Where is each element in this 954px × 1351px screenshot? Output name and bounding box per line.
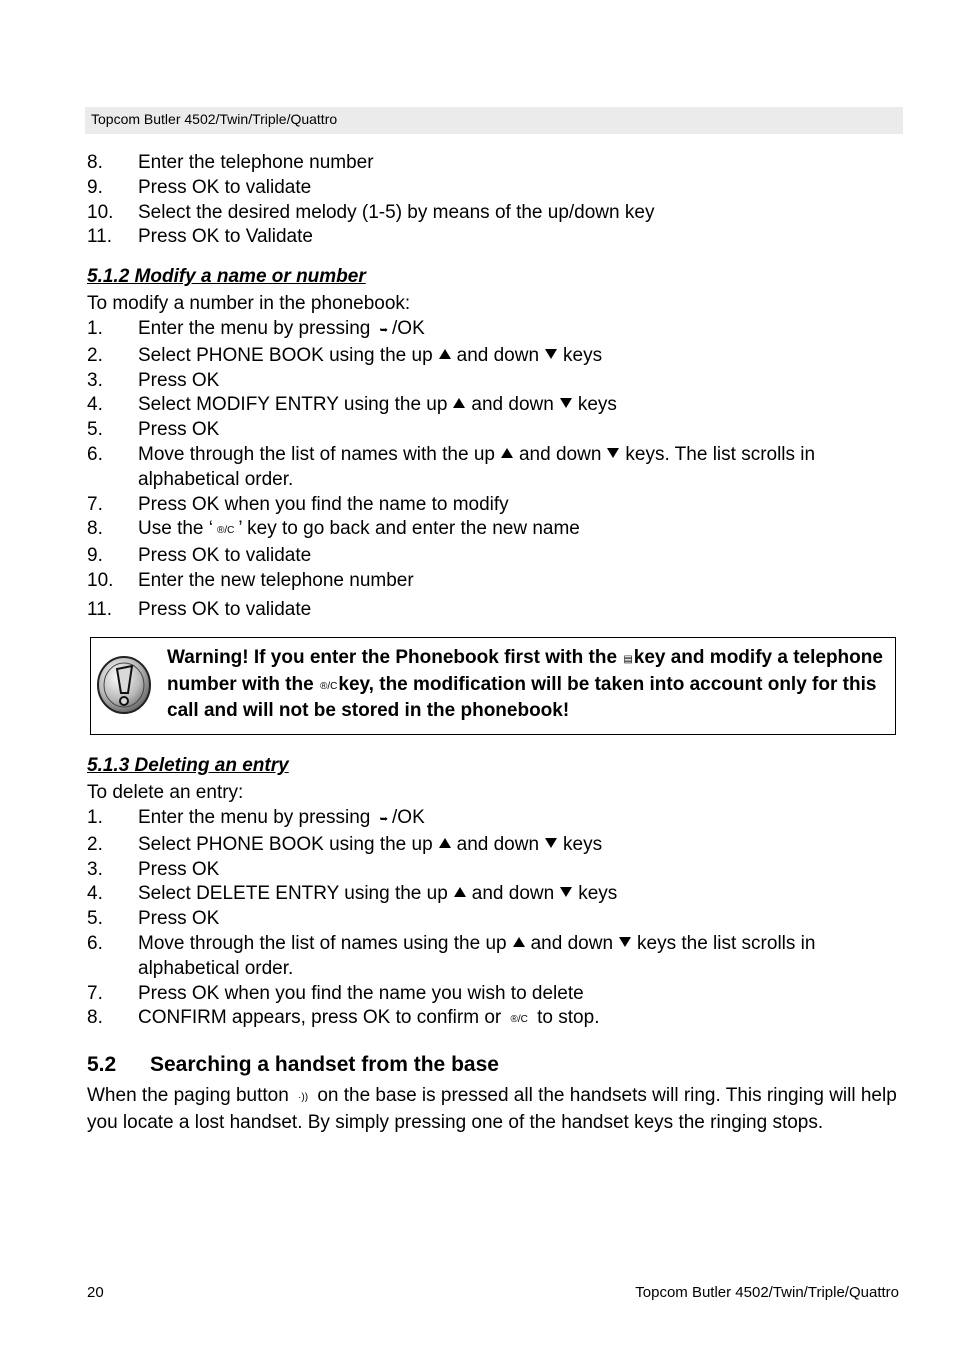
up-arrow-icon [453,887,466,898]
list-item: 8. CONFIRM appears, press OK to confirm o… [87,1006,907,1033]
menu-key-icon: ➥ [379,814,389,825]
page-number: 20 [87,1284,104,1301]
list-item: 3. Press OK [87,858,220,880]
delete-intro: To delete an entry: [87,782,244,803]
list-item: 1. Enter the menu by pressing ➥/OK [87,317,907,344]
down-arrow-icon [559,398,572,409]
footer-title: Topcom Butler 4502/Twin/Triple/Quattro [635,1284,899,1301]
list-item: 7. Press OK when you find the name you wi… [87,982,584,1004]
exclamation-warning-icon [97,656,151,714]
list-item: 3. Press OK [87,369,220,391]
modify-intro: To modify a number in the phonebook: [87,293,411,314]
paging-paragraph: When the paging button ·)) on the base i… [87,1085,897,1133]
list-item: 4. Select DELETE ENTRY using the up and do… [87,883,618,905]
list-item: 5. Press OK [87,908,220,930]
list-item: 9. Press OK to validate [87,176,312,198]
list-item: 2. Select PHONE BOOK using the up and down… [87,833,603,855]
top-steps-list: 8. Enter the telephone number 9. Press OK … [87,151,907,250]
section-heading-delete: 5.1.3 Deleting an entry [87,755,289,776]
menu-key-icon: ➥ [379,325,389,336]
down-arrow-icon [545,348,558,359]
list-item: 7. Press OK when you find the name to mod… [87,493,509,515]
phonebook-key-icon: ▤ [623,654,633,665]
section-heading-searching-handset: 5.2 Searching a handset from the base [87,1053,499,1076]
warning-box: Warning! If you enter the Phonebook firs… [90,637,896,735]
list-item: 1. Enter the menu by pressing ➥/OK [87,806,907,833]
down-arrow-icon [545,837,558,848]
list-item: 9. Press OK to validate [87,545,312,567]
header-title: Topcom Butler 4502/Twin/Triple/Quattro [91,111,338,127]
clear-key-icon: ®/C [510,1014,528,1026]
up-arrow-icon [453,398,466,409]
list-item: 10. Select the desired melody (1-5) by me… [87,201,655,223]
clear-key-icon: ®/C [216,525,235,537]
up-arrow-icon [500,447,513,458]
running-header: Topcom Butler 4502/Twin/Triple/Quattro [85,107,903,134]
list-item: 11. Press OK to validate [87,598,312,620]
down-arrow-icon [607,447,620,458]
paging-key-icon: ·)) [298,1092,309,1103]
section-heading-modify: 5.1.2 Modify a name or number [87,266,366,287]
list-item: 10. Enter the new telephone number [87,569,414,591]
modify-steps-list: 1. Enter the menu by pressing ➥/OK 2. Sele… [87,317,907,623]
delete-steps-list: 1. Enter the menu by pressing ➥/OK 2. Sele… [87,806,907,1033]
list-item: 6. Move through the list of names with th… [87,443,816,490]
list-item: 8. Enter the telephone number [87,152,374,173]
list-item: 8. Use the ‘®/C’ key to go back and enter… [87,517,907,544]
list-item: 4. Select MODIFY ENTRY using the up and do… [87,394,617,416]
down-arrow-icon [619,936,632,947]
down-arrow-icon [560,887,573,898]
list-item: 6. Move through the list of names using t… [87,932,816,979]
list-item: 5. Press OK [87,419,220,441]
list-item: 2. Select PHONE BOOK using the up and down… [87,344,603,366]
up-arrow-icon [438,837,451,848]
clear-key-icon: ®/C [320,680,338,692]
warning-text: Warning! If you enter the Phonebook firs… [167,647,883,721]
up-arrow-icon [438,348,451,359]
up-arrow-icon [512,936,525,947]
list-item: 11. Press OK to Validate [87,226,313,248]
